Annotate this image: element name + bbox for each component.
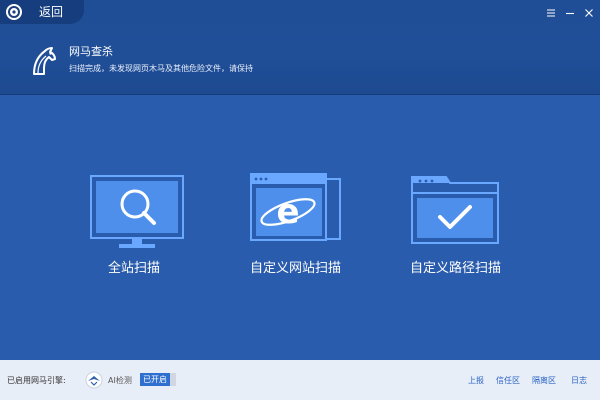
back-label: 返回 — [39, 5, 64, 19]
header-banner: 返回 网马查杀 扫描完成，未发现网页木马及其他危险文件，请保持 — [0, 0, 600, 95]
custom-site-scan-label: 自定义网站扫描 — [250, 261, 342, 276]
ai-engine-icon — [84, 371, 104, 389]
ai-status-toggle[interactable]: 已开启 — [140, 373, 176, 386]
horse-logo-icon — [22, 40, 64, 82]
ai-status-badge: 已开启 — [140, 373, 170, 386]
custom-path-scan-option[interactable]: 自定义路径扫描 — [410, 175, 520, 276]
scan-options-panel: 全站扫描 e 自定义网站扫描 自定义路径扫描 — [0, 95, 600, 360]
back-button[interactable]: 返回 — [0, 0, 84, 24]
trust-zone-link[interactable]: 信任区 — [496, 375, 520, 386]
quarantine-link[interactable]: 隔离区 — [532, 375, 556, 386]
minimize-icon[interactable] — [565, 3, 575, 15]
engine-label: 已启用网马引擎: — [7, 376, 66, 385]
svg-text:e: e — [276, 192, 299, 232]
menu-icon[interactable] — [546, 3, 556, 17]
custom-path-scan-label: 自定义路径扫描 — [410, 261, 502, 276]
custom-site-scan-option[interactable]: e 自定义网站扫描 — [250, 173, 360, 277]
full-scan-option[interactable]: 全站扫描 — [90, 175, 190, 276]
report-link[interactable]: 上报 — [468, 375, 484, 386]
close-icon[interactable] — [584, 3, 594, 17]
window-controls — [546, 3, 594, 17]
full-scan-label: 全站扫描 — [108, 261, 161, 276]
page-title: 网马查杀 — [69, 45, 113, 58]
app-window: 返回 网马查杀 扫描完成，未发现网页木马及其他危险文件，请保持 全站扫描 e 自… — [0, 0, 600, 400]
app-logo-icon — [6, 4, 22, 20]
folder-check-icon — [411, 176, 499, 244]
monitor-magnifier-icon — [90, 175, 184, 248]
browser-ie-icon: e — [250, 173, 341, 241]
ai-detection-label: AI检测 — [108, 376, 132, 385]
status-footer: 已启用网马引擎: AI检测 已开启 上报 信任区 隔离区 日志 — [0, 360, 600, 400]
scan-status-text: 扫描完成，未发现网页木马及其他危险文件，请保持 — [69, 64, 253, 73]
log-link[interactable]: 日志 — [571, 375, 587, 386]
